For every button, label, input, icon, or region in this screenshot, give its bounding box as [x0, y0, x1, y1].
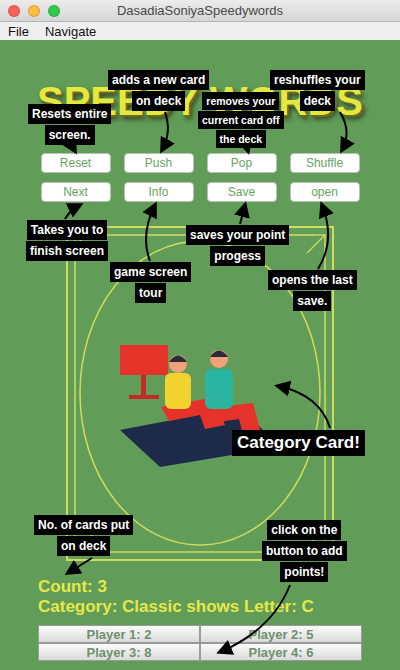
players-grid: Player 1: 2Player 2: 5Player 3: 8Player …	[38, 625, 362, 661]
annotation-line: tour	[135, 283, 166, 303]
annotation-note: adds a new cardon deck	[108, 70, 209, 111]
annotation-line: save.	[293, 291, 331, 311]
zoom-icon[interactable]	[48, 5, 60, 17]
annotation-line: Resets entire	[28, 104, 111, 124]
annotation-line: on deck	[57, 536, 110, 556]
annotation-line: adds a new card	[108, 70, 209, 90]
close-icon[interactable]	[8, 5, 20, 17]
pointer-arrow	[68, 558, 92, 573]
toolbar-button[interactable]: Next	[41, 182, 111, 202]
annotation-line: Category Card!	[232, 430, 365, 456]
window-controls	[0, 5, 70, 17]
minimize-icon[interactable]	[28, 5, 40, 17]
person-teal-icon	[203, 350, 261, 435]
annotation-note: Resets entirescreen.	[28, 104, 111, 145]
toolbar: Reset Push Pop Shuffle Next Info Save open	[41, 153, 360, 202]
annotation-line: current card off	[198, 111, 284, 129]
annotation-line: deck	[300, 91, 335, 111]
annotation-line: on deck	[132, 91, 185, 111]
annotation-line: opens the last	[268, 270, 357, 290]
pointer-arrow	[65, 205, 80, 219]
monitor-icon	[120, 345, 168, 399]
toolbar-button[interactable]: Reset	[41, 153, 111, 173]
annotation-note: No. of cards puton deck	[34, 515, 133, 556]
annotation-line: finish screen	[26, 241, 108, 261]
annotation-line: Takes you to	[27, 220, 107, 240]
annotation-note: game screentour	[110, 262, 191, 303]
player-button[interactable]: Player 3: 8	[38, 643, 200, 661]
annotation-note: removes yourcurrent card offthe deck	[198, 92, 284, 148]
category-label: Category: Classic shows Letter: C	[0, 597, 400, 617]
annotation-line: reshuffles your	[270, 70, 365, 90]
annotation-note: saves your pointprogess	[186, 225, 289, 266]
annotation-line: game screen	[110, 262, 191, 282]
title-bar: DasadiaSoniyaSpeedywords	[0, 0, 400, 22]
annotation-note: reshuffles yourdeck	[270, 70, 365, 111]
annotation-line: points!	[280, 562, 328, 582]
annotation-note: Takes you tofinish screen	[26, 220, 108, 261]
pointer-arrow	[240, 205, 245, 224]
annotation-line: the deck	[216, 130, 267, 148]
annotation-note: opens the lastsave.	[268, 270, 357, 311]
annotation-arrows	[0, 0, 400, 670]
toolbar-button[interactable]: Save	[207, 182, 277, 202]
pointer-arrow	[146, 205, 155, 261]
window-title: DasadiaSoniyaSpeedywords	[70, 3, 330, 18]
annotation-note: Category Card!	[232, 430, 365, 456]
pointer-arrow	[318, 205, 328, 269]
pointer-arrow	[340, 112, 347, 150]
annotation-line: click on the	[267, 520, 341, 540]
toolbar-button[interactable]: Shuffle	[290, 153, 360, 173]
toolbar-button[interactable]: Info	[124, 182, 194, 202]
pointer-arrow	[162, 112, 168, 150]
app-window: DasadiaSoniyaSpeedywordsFileNavigateSPEE…	[0, 0, 400, 670]
annotation-line: removes your	[202, 92, 279, 110]
annotation-line: screen.	[45, 125, 95, 145]
toolbar-button[interactable]: open	[290, 182, 360, 202]
player-button[interactable]: Player 2: 5	[200, 625, 362, 643]
annotation-line: button to add	[262, 541, 347, 561]
player-button[interactable]: Player 1: 2	[38, 625, 200, 643]
annotation-line: progess	[210, 246, 265, 266]
annotation-line: saves your point	[186, 225, 289, 245]
toolbar-button[interactable]: Push	[124, 153, 194, 173]
annotation-line: No. of cards put	[34, 515, 133, 535]
menu-item[interactable]: File	[8, 24, 29, 39]
player-button[interactable]: Player 4: 6	[200, 643, 362, 661]
pointer-arrow	[278, 386, 330, 428]
menu-item[interactable]: Navigate	[45, 24, 96, 39]
pointer-arrow	[72, 146, 75, 151]
toolbar-button[interactable]: Pop	[207, 153, 277, 173]
annotation-note: click on thebutton to addpoints!	[262, 520, 347, 582]
pointer-arrow	[220, 585, 290, 652]
menu-bar: File Navigate	[0, 22, 400, 40]
count-label: Count: 3	[0, 577, 400, 597]
